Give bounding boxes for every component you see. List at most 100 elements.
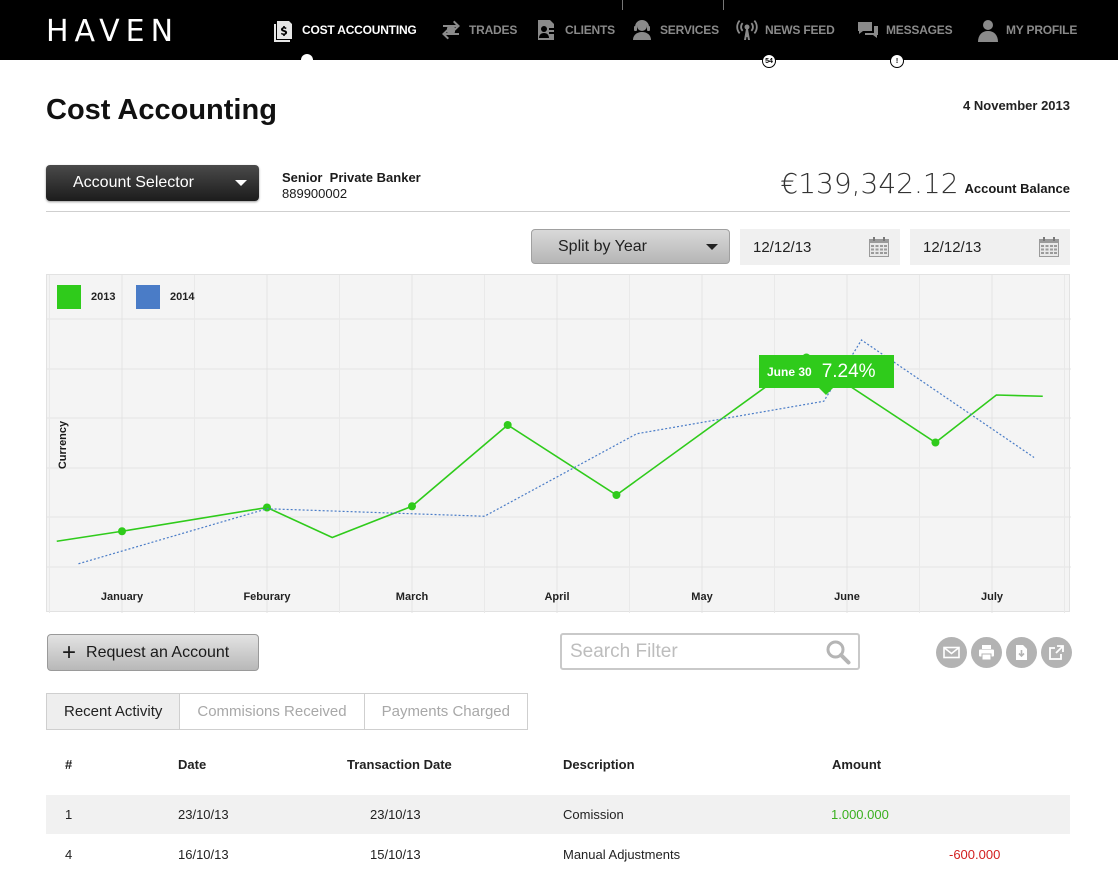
download-icon xyxy=(1016,645,1027,660)
balance-label: Account Balance xyxy=(964,181,1070,196)
date-from-value: 12/12/13 xyxy=(753,238,812,256)
data-point xyxy=(408,502,416,511)
cell-transaction-date: 23/10/13 xyxy=(370,807,421,822)
legend-swatch xyxy=(57,285,81,309)
legend-item-2013[interactable]: 2013 xyxy=(57,285,115,309)
nav-label: NEWS FEED xyxy=(765,23,835,37)
section-divider xyxy=(46,211,1070,212)
activity-tabs: Recent Activity Commisions Received Paym… xyxy=(46,693,528,730)
column-header-date[interactable]: Date xyxy=(178,757,206,772)
request-account-button[interactable]: + Request an Account xyxy=(47,634,259,671)
dollar-document-icon xyxy=(274,21,292,42)
x-tick-label: June xyxy=(834,591,860,603)
date-to-value: 12/12/13 xyxy=(923,238,982,256)
cost-chart: January Feburary March April May June July 201… xyxy=(46,274,1071,613)
nav-trades[interactable]: TRADES xyxy=(439,0,517,60)
table-row[interactable]: 1 23/10/13 23/10/13 Comission 1.000.000 xyxy=(46,795,1070,834)
y-axis-label: Currency xyxy=(57,420,69,470)
cell-description: Comission xyxy=(563,807,624,822)
active-nav-indicator xyxy=(301,54,313,66)
tab-recent-activity[interactable]: Recent Activity xyxy=(47,694,181,729)
print-button[interactable] xyxy=(971,637,1002,668)
nav-cost-accounting[interactable]: COST ACCOUNTING xyxy=(272,0,417,60)
nav-my-profile[interactable]: MY PROFILE xyxy=(976,0,1077,60)
search-filter-input[interactable] xyxy=(570,639,820,665)
account-selector-label: Account Selector xyxy=(73,174,194,191)
x-tick-label: March xyxy=(396,591,429,603)
date-from-input[interactable]: 12/12/13 xyxy=(740,229,900,265)
column-header-transaction-date[interactable]: Transaction Date xyxy=(347,757,452,772)
download-button[interactable] xyxy=(1006,637,1037,668)
calendar-icon[interactable] xyxy=(1038,236,1060,258)
nav-messages[interactable]: MESSAGES xyxy=(856,0,953,60)
data-point xyxy=(503,421,512,429)
nav-news-feed[interactable]: NEWS FEED xyxy=(735,0,835,60)
nav-divider xyxy=(723,0,724,10)
x-tick-label: Feburary xyxy=(243,591,291,603)
haven-logo[interactable]: HAVEN xyxy=(46,17,179,47)
split-by-label: Split by Year xyxy=(558,237,647,255)
messages-alert-badge: ! xyxy=(890,54,904,68)
calendar-icon[interactable] xyxy=(868,236,890,258)
cell-number: 1 xyxy=(65,807,73,822)
page-title: Cost Accounting xyxy=(46,94,277,126)
balance-amount: €139,342.12 xyxy=(780,167,959,200)
nav-services[interactable]: SERVICES xyxy=(630,0,719,60)
series-line-2013 xyxy=(56,356,1043,543)
user-icon xyxy=(978,20,998,42)
print-icon xyxy=(979,645,994,661)
open-external-button[interactable] xyxy=(1041,637,1072,668)
data-point xyxy=(612,491,621,499)
cost-line-chart: January Feburary March April May June July xyxy=(47,275,1071,613)
account-selector-dropdown[interactable]: Account Selector xyxy=(46,165,259,201)
x-tick-label: May xyxy=(691,591,713,603)
legend-item-2014[interactable]: 2014 xyxy=(136,285,194,309)
column-header-number[interactable]: # xyxy=(65,757,72,772)
tooltip-value: 7.24% xyxy=(821,360,876,382)
nav-label: COST ACCOUNTING xyxy=(302,23,417,37)
search-filter[interactable] xyxy=(560,633,860,670)
cell-date: 16/10/13 xyxy=(178,847,229,862)
email-icon xyxy=(943,646,960,659)
nav-label: MY PROFILE xyxy=(1006,23,1078,37)
column-header-amount[interactable]: Amount xyxy=(832,757,881,772)
broadcast-icon xyxy=(736,20,758,40)
chevron-down-icon xyxy=(706,244,718,250)
nav-label: TRADES xyxy=(469,23,518,37)
data-point xyxy=(118,527,126,536)
tab-payments-charged[interactable]: Payments Charged xyxy=(364,694,527,729)
nav-label: SERVICES xyxy=(660,23,719,37)
cell-transaction-date: 15/10/13 xyxy=(370,847,421,862)
x-tick-label: January xyxy=(101,591,144,603)
nav-label: CLIENTS xyxy=(565,23,615,37)
support-agent-icon xyxy=(633,20,651,40)
tab-commissions-received[interactable]: Commisions Received xyxy=(180,694,365,729)
tooltip-date: June 30 xyxy=(767,364,812,379)
cell-amount: 1.000.000 xyxy=(831,807,889,822)
legend-label: 2014 xyxy=(170,291,195,303)
top-navigation: HAVEN COST ACCOUNTING TRADES CLIENTS SER… xyxy=(0,0,1118,68)
nav-divider xyxy=(622,0,623,10)
exchange-icon xyxy=(442,20,460,40)
account-number: 889900002 xyxy=(282,186,348,201)
cell-description: Manual Adjustments xyxy=(563,847,681,862)
nav-clients[interactable]: CLIENTS xyxy=(535,0,615,60)
date-to-input[interactable]: 12/12/13 xyxy=(910,229,1070,265)
chart-tooltip: June 30 7.24% xyxy=(759,355,894,395)
x-tick-label: April xyxy=(544,591,569,603)
request-account-label: Request an Account xyxy=(86,643,230,661)
plus-icon: + xyxy=(62,638,77,666)
cell-date: 23/10/13 xyxy=(178,807,229,822)
account-balance: €139,342.12 Account Balance xyxy=(780,167,1070,200)
x-tick-label: July xyxy=(981,591,1004,603)
column-header-description[interactable]: Description xyxy=(563,757,635,772)
search-icon[interactable] xyxy=(825,639,851,665)
data-point xyxy=(263,503,271,512)
email-button[interactable] xyxy=(936,637,967,668)
table-row[interactable]: 4 16/10/13 15/10/13 Manual Adjustments -… xyxy=(46,835,1070,874)
legend-swatch xyxy=(136,285,160,309)
data-point xyxy=(931,438,940,447)
page-date: 4 November 2013 xyxy=(963,98,1070,113)
split-by-dropdown[interactable]: Split by Year xyxy=(531,229,730,264)
cell-number: 4 xyxy=(65,847,73,862)
